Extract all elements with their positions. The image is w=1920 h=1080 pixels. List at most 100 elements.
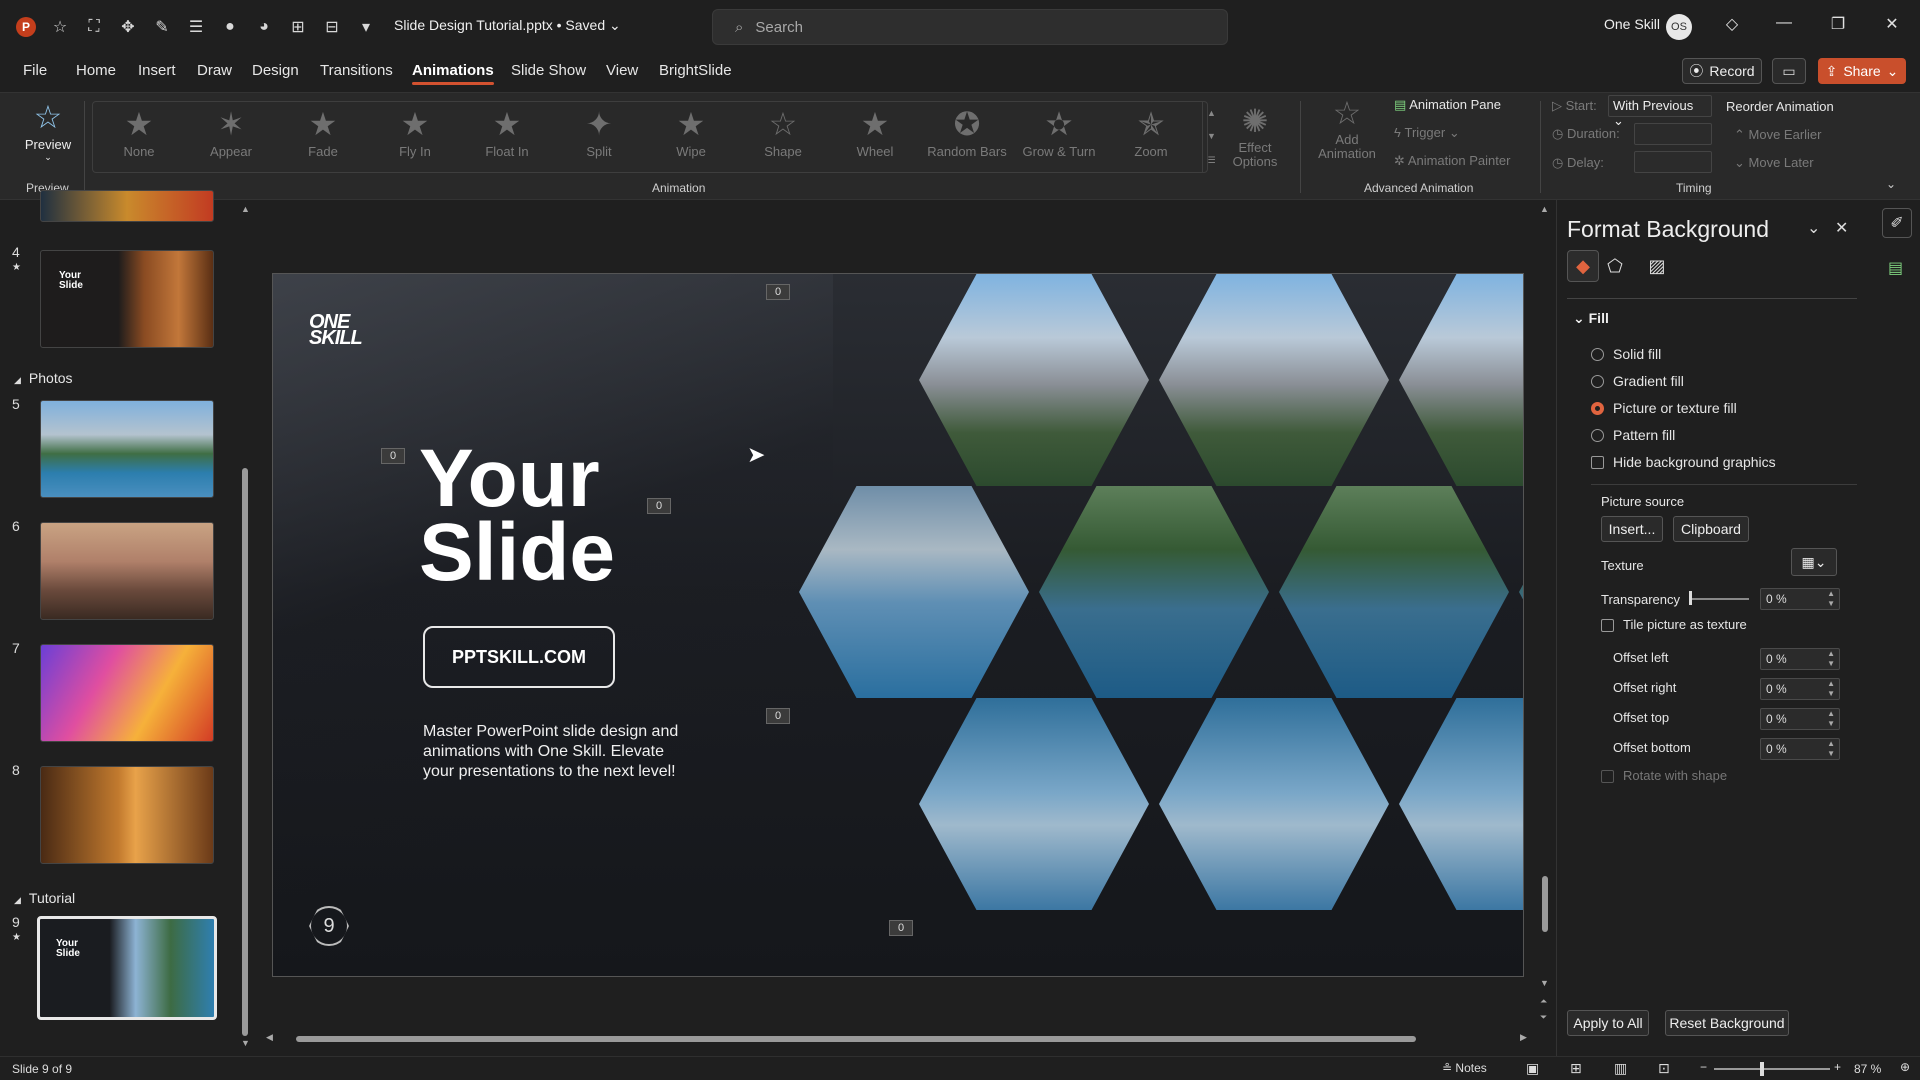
compass-icon[interactable]: ✥ <box>118 17 138 37</box>
transparency-slider-handle[interactable] <box>1689 591 1692 605</box>
animation-grow-turn[interactable]: ✫ Grow & Turn <box>1013 104 1105 159</box>
animation-pane-button[interactable]: ▤ Animation Pane <box>1394 97 1501 113</box>
animation-fade[interactable]: ★ Fade <box>277 104 369 159</box>
hexagon-photo[interactable] <box>799 486 1029 698</box>
record-dot-icon[interactable]: ● <box>220 17 240 37</box>
move-later-button[interactable]: ⌄ Move Later <box>1734 155 1814 171</box>
scroll-right-icon[interactable]: ▶ <box>1520 1032 1527 1043</box>
collapse-ribbon-icon[interactable]: ⌄ <box>1886 177 1896 191</box>
tile-picture-checkbox[interactable] <box>1601 619 1614 632</box>
scroll-down-icon[interactable]: ▼ <box>241 1038 250 1048</box>
notes-button[interactable]: ≗ Notes <box>1442 1061 1487 1075</box>
panel-options-chevron-icon[interactable]: ⌄ <box>1807 218 1820 238</box>
tab-draw[interactable]: Draw <box>197 62 232 79</box>
picture-icon[interactable]: ▨ <box>1641 250 1673 282</box>
search-input[interactable]: ⌕ Search <box>712 9 1228 45</box>
animation-wheel[interactable]: ★ Wheel <box>829 104 921 159</box>
distribute-icon[interactable]: ⊟ <box>322 17 342 37</box>
picture-fill-radio[interactable] <box>1591 402 1604 415</box>
hide-bg-checkbox[interactable] <box>1591 456 1604 469</box>
pen-icon[interactable]: ✎ <box>152 17 172 37</box>
comments-button[interactable]: ▭ <box>1772 58 1806 84</box>
diamond-icon[interactable]: ◇ <box>1718 14 1746 34</box>
section-tutorial[interactable]: ◢ Tutorial <box>14 890 75 906</box>
user-name[interactable]: One Skill <box>1604 16 1660 32</box>
hexagon-photo[interactable] <box>919 274 1149 486</box>
normal-view-icon[interactable]: ▣ <box>1526 1060 1539 1077</box>
star-icon[interactable]: ☆ <box>50 17 70 37</box>
animation-fly-in[interactable]: ★ Fly In <box>369 104 461 159</box>
close-icon[interactable]: ✕ <box>1878 14 1906 34</box>
hide-bg-label[interactable]: Hide background graphics <box>1613 454 1776 470</box>
add-animation-button[interactable]: ☆ Add Animation <box>1304 93 1390 161</box>
tab-file[interactable]: File <box>23 62 47 79</box>
spinner-icon[interactable]: ▲ ▼ <box>1827 679 1835 699</box>
align-icon[interactable]: ☰ <box>186 17 206 37</box>
solid-fill-radio[interactable] <box>1591 348 1604 361</box>
transparency-input[interactable]: 0 % ▲ ▼ <box>1760 588 1840 610</box>
slide-thumb-5[interactable] <box>40 400 214 498</box>
clipboard-button[interactable]: Clipboard <box>1673 516 1749 542</box>
rotate-with-shape-checkbox[interactable] <box>1601 770 1614 783</box>
effects-pentagon-icon[interactable]: ⬠ <box>1599 250 1631 282</box>
section-photos[interactable]: ◢ Photos <box>14 370 73 386</box>
apply-to-all-button[interactable]: Apply to All <box>1567 1010 1649 1036</box>
pattern-fill-radio[interactable] <box>1591 429 1604 442</box>
editor-vertical-scrollbar[interactable]: ▲ ▼ ⏶ ⏷ <box>1540 204 1550 1024</box>
offset-left-input[interactable]: 0 % ▲ ▼ <box>1760 648 1840 670</box>
minimize-icon[interactable]: — <box>1770 14 1798 32</box>
slide-sorter-icon[interactable]: ⊞ <box>1570 1060 1582 1077</box>
tile-picture-label[interactable]: Tile picture as texture <box>1623 617 1747 632</box>
picture-fill-label[interactable]: Picture or texture fill <box>1613 400 1737 416</box>
animation-zoom[interactable]: ✯ Zoom <box>1105 104 1197 159</box>
reset-background-button[interactable]: Reset Background <box>1665 1010 1789 1036</box>
zoom-in-icon[interactable]: + <box>1834 1060 1841 1074</box>
avatar[interactable]: OS <box>1666 14 1692 40</box>
tab-insert[interactable]: Insert <box>138 62 176 79</box>
tab-transitions[interactable]: Transitions <box>320 62 393 79</box>
slide-thumb-4[interactable]: Your Slide <box>40 250 214 348</box>
preview-button[interactable]: ☆ Preview ⌄ <box>20 97 76 163</box>
zoom-level[interactable]: 87 % <box>1854 1062 1881 1076</box>
gradient-fill-label[interactable]: Gradient fill <box>1613 373 1684 389</box>
hexagon-photo[interactable] <box>1279 486 1509 698</box>
animation-wipe[interactable]: ★ Wipe <box>645 104 737 159</box>
record-button[interactable]: ⦿ Record <box>1682 58 1762 84</box>
editor-horizontal-scrollbar[interactable]: ◀ ▶ <box>266 1032 1532 1044</box>
hexagon-photo[interactable] <box>1039 486 1269 698</box>
scrollbar-thumb[interactable] <box>296 1036 1416 1042</box>
reading-view-icon[interactable]: ▥ <box>1614 1060 1627 1077</box>
slide-description[interactable]: Master PowerPoint slide design and anima… <box>423 722 693 782</box>
scroll-left-icon[interactable]: ◀ <box>266 1032 273 1043</box>
one-skill-logo[interactable]: ONE SKILL <box>309 312 363 348</box>
slide-canvas[interactable]: ONE SKILL Your Slide PPTSKILL.COM Master P… <box>272 273 1524 977</box>
offset-right-input[interactable]: 0 % ▲ ▼ <box>1760 678 1840 700</box>
layout-icon[interactable]: ⊞ <box>288 17 308 37</box>
tab-view[interactable]: View <box>606 62 638 79</box>
animation-pane-icon[interactable]: ▤ <box>1888 258 1903 278</box>
spinner-icon[interactable]: ▲ ▼ <box>1827 739 1835 759</box>
spinner-icon[interactable]: ▲ ▼ <box>1827 649 1835 669</box>
animation-shape[interactable]: ☆ Shape <box>737 104 829 159</box>
scroll-up-icon[interactable]: ▲ <box>241 204 250 214</box>
spinner-icon[interactable]: ▲ ▼ <box>1827 589 1835 609</box>
animation-split[interactable]: ✦ Split <box>553 104 645 159</box>
slideshow-icon[interactable]: ⊡ <box>1658 1060 1670 1077</box>
animation-float-in[interactable]: ★ Float In <box>461 104 553 159</box>
fill-section-header[interactable]: ⌄ Fill <box>1573 310 1609 327</box>
slide-thumb-7[interactable] <box>40 644 214 742</box>
effect-options-button[interactable]: ✺ Effect Options <box>1212 101 1298 169</box>
share-button[interactable]: ⇪ Share ⌄ <box>1818 58 1906 84</box>
trigger-button[interactable]: ϟ Trigger ⌄ <box>1394 125 1460 141</box>
duration-input[interactable] <box>1634 123 1712 145</box>
fit-to-window-icon[interactable]: ⊕ <box>1900 1060 1910 1074</box>
hexagon-photo[interactable] <box>1399 698 1523 910</box>
designer-brush-icon[interactable]: ✐ <box>1882 208 1912 238</box>
hexagon-photo[interactable] <box>919 698 1149 910</box>
restore-icon[interactable]: ❐ <box>1824 14 1852 34</box>
zoom-slider[interactable] <box>1714 1068 1830 1070</box>
slide-thumb-8[interactable] <box>40 766 214 864</box>
texture-picker[interactable]: ▦ ⌄ <box>1791 548 1837 576</box>
hexagon-photo[interactable] <box>1159 698 1389 910</box>
zoom-slider-handle[interactable] <box>1760 1062 1764 1076</box>
